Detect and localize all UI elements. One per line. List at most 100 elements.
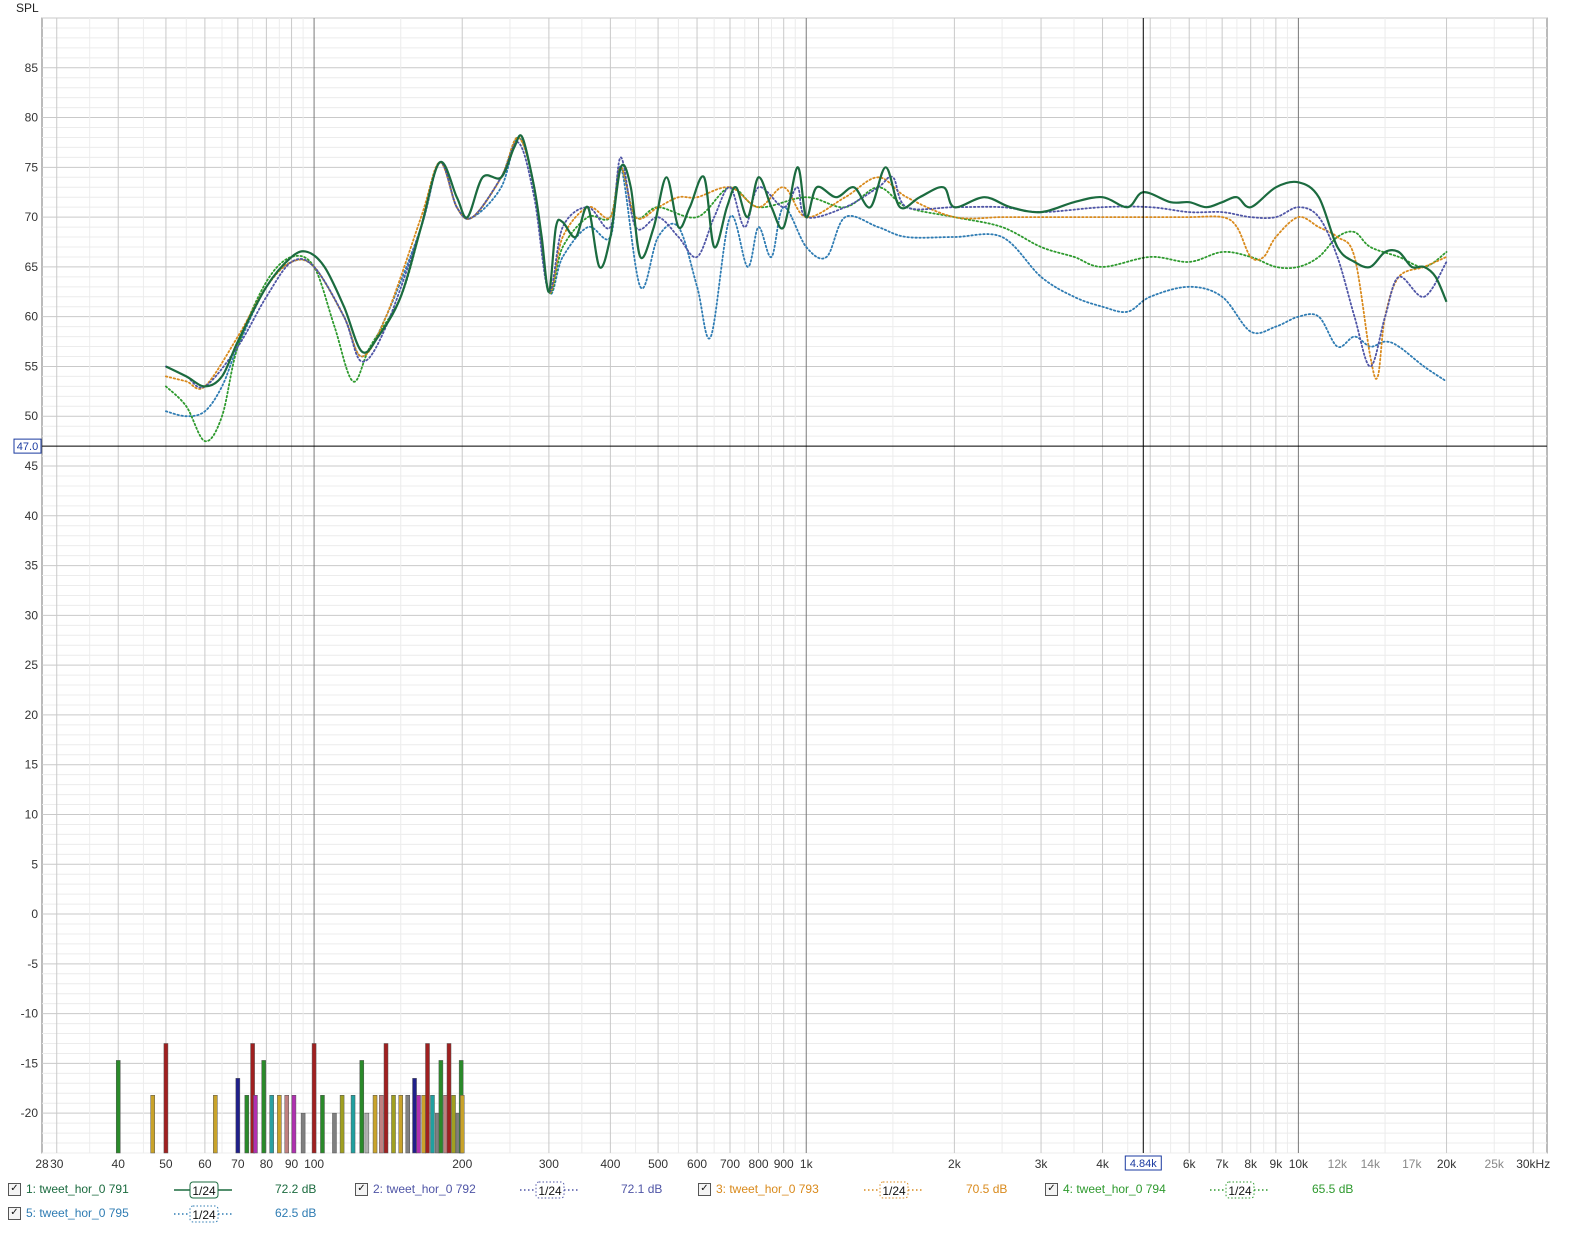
smoothing-label: 1/24: [192, 1208, 216, 1222]
distortion-bar: [372, 1095, 378, 1154]
distortion-bar: [261, 1060, 266, 1154]
smoothing-button-5: 1/24: [174, 1205, 232, 1223]
distortion-bar: [359, 1060, 365, 1154]
x-tick-label: 14k: [1361, 1157, 1381, 1171]
distortion-bar: [269, 1095, 274, 1154]
y-axis-label: SPL: [16, 1, 39, 15]
x-tick-label: 30: [50, 1157, 64, 1171]
distortion-bar: [163, 1043, 169, 1154]
x-tick-label: 6k: [1183, 1157, 1197, 1171]
x-tick-label: 900: [774, 1157, 794, 1171]
distortion-bar: [383, 1043, 389, 1154]
smoothing-button-4: 1/24: [1210, 1181, 1268, 1199]
y-tick-label: 15: [25, 758, 39, 772]
distortion-bar: [277, 1095, 282, 1154]
distortion-bar: [421, 1095, 426, 1154]
y-tick-label: 85: [25, 61, 39, 75]
smoothing-button-3: 1/24: [864, 1181, 922, 1199]
distortion-bar: [379, 1095, 384, 1154]
distortion-bar: [364, 1112, 370, 1154]
y-tick-labels: 8580757065605550454035302520151050-5-10-…: [21, 61, 39, 1120]
x-tick-label: 30kHz: [1516, 1157, 1550, 1171]
y-tick-label: 35: [25, 559, 39, 573]
x-tick-label: 60: [198, 1157, 212, 1171]
spl-chart[interactable]: SPL 8580757065605550454035302520151050-5…: [0, 0, 1592, 1180]
x-tick-label: 300: [539, 1157, 559, 1171]
y-tick-label: 45: [25, 459, 39, 473]
distortion-bar: [311, 1043, 317, 1154]
distortion-bar: [213, 1095, 218, 1154]
smoothing-label: 1/24: [192, 1184, 216, 1198]
distortion-bar: [451, 1095, 456, 1154]
y-tick-label: -5: [27, 957, 38, 971]
x-tick-label: 90: [285, 1157, 299, 1171]
distortion-bar: [253, 1095, 258, 1154]
legend: ✓ 1: tweet_hor_0 791 ✓ 2: tweet_hor_0 79…: [0, 1180, 1592, 1246]
x-tick-label: 12k: [1328, 1157, 1348, 1171]
y-tick-label: 5: [31, 857, 38, 871]
y-tick-label: 55: [25, 359, 39, 373]
y-tick-label: 0: [31, 907, 38, 921]
distortion-bar: [416, 1095, 421, 1154]
y-tick-label: 25: [25, 658, 39, 672]
y-tick-label: 75: [25, 160, 39, 174]
x-tick-label: 17k: [1402, 1157, 1422, 1171]
x-tick-labels: 28 30 40 50 60 70 80 90 100 200 300 400 500 600 700 800…: [35, 1157, 1550, 1171]
y-tick-label: 60: [25, 310, 39, 324]
smoothing-label: 1/24: [538, 1184, 562, 1198]
x-tick-label: 600: [687, 1157, 707, 1171]
x-tick-label: 9k: [1270, 1157, 1284, 1171]
smoothing-buttons[interactable]: 1/24 1/24 1/24 1/24 1/24: [0, 1180, 1592, 1246]
x-tick-label: 40: [112, 1157, 126, 1171]
distortion-bar: [425, 1043, 430, 1154]
x-tick-label: 2k: [948, 1157, 962, 1171]
distortion-bar: [244, 1095, 250, 1154]
y-tick-label: -10: [21, 1007, 39, 1021]
y-tick-label: 40: [25, 509, 39, 523]
smoothing-button-1: 1/24: [174, 1181, 232, 1199]
smoothing-label: 1/24: [1228, 1184, 1252, 1198]
distortion-bar: [150, 1095, 155, 1154]
x-tick-label: 800: [749, 1157, 769, 1171]
cursor-x-readout: 4.84k: [1130, 1158, 1157, 1170]
distortion-bar: [235, 1078, 241, 1154]
distortion-bar: [115, 1060, 121, 1154]
distortion-bar: [339, 1095, 345, 1154]
x-tick-label: 25k: [1485, 1157, 1505, 1171]
y-tick-label: 70: [25, 210, 39, 224]
y-tick-label: 30: [25, 608, 39, 622]
x-tick-label: 1k: [800, 1157, 814, 1171]
x-tick-label: 4k: [1096, 1157, 1110, 1171]
y-tick-label: 80: [25, 111, 39, 125]
x-tick-label: 80: [260, 1157, 274, 1171]
distortion-bar: [405, 1095, 411, 1154]
x-tick-label: 700: [720, 1157, 740, 1171]
y-tick-label: -20: [21, 1106, 39, 1120]
distortion-bar: [300, 1112, 306, 1154]
distortion-bar: [412, 1078, 417, 1154]
x-tick-label: 3k: [1035, 1157, 1049, 1171]
y-tick-label: -15: [21, 1056, 39, 1070]
x-tick-label: 8k: [1244, 1157, 1258, 1171]
y-tick-label: 65: [25, 260, 39, 274]
distortion-bar: [391, 1095, 396, 1154]
distortion-bar: [459, 1095, 465, 1154]
distortion-bar: [332, 1112, 337, 1154]
distortion-bar: [438, 1060, 444, 1154]
x-tick-label: 28: [35, 1157, 49, 1171]
distortion-bar: [430, 1095, 435, 1154]
distortion-bar: [284, 1095, 290, 1154]
x-tick-label: 70: [231, 1157, 245, 1171]
smoothing-button-2: 1/24: [520, 1181, 578, 1199]
x-tick-label: 50: [159, 1157, 173, 1171]
distortion-bar: [398, 1095, 403, 1154]
x-tick-label: 500: [648, 1157, 668, 1171]
y-tick-label: 20: [25, 708, 39, 722]
y-tick-label: 10: [25, 807, 39, 821]
distortion-bar: [320, 1095, 325, 1154]
x-tick-label: 20k: [1437, 1157, 1457, 1171]
x-tick-label: 7k: [1216, 1157, 1230, 1171]
x-tick-label: 400: [600, 1157, 620, 1171]
y-tick-label: 50: [25, 409, 39, 423]
x-tick-label: 100: [304, 1157, 324, 1171]
